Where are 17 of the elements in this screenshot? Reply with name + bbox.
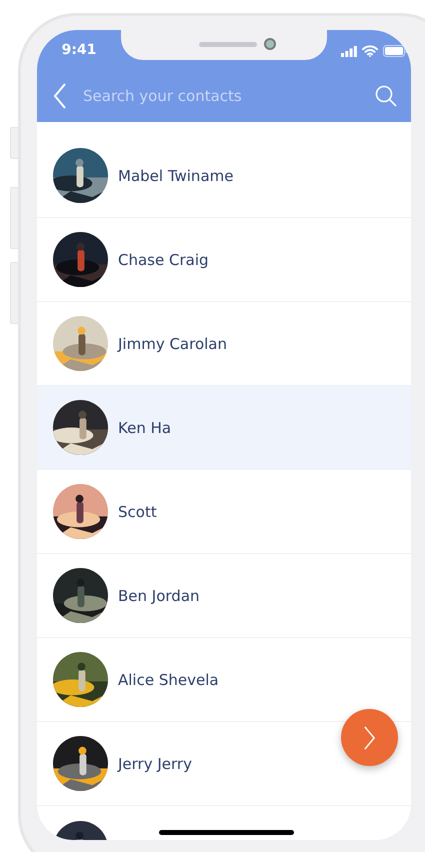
contact-row[interactable]: Ken Ha: [37, 386, 411, 470]
contact-name: Alice Shevela: [118, 670, 219, 688]
contact-name: Scott: [118, 502, 157, 520]
contact-name: Jimmy Carolan: [118, 334, 228, 352]
status-time: 9:41: [60, 41, 98, 58]
contact-name: Ken Ha: [118, 418, 172, 436]
contact-name: Mabel Twiname: [118, 166, 234, 184]
contact-name: Jerry Jerry: [118, 754, 192, 772]
chevron-icon: [363, 726, 376, 750]
search-field[interactable]: Search your contacts: [83, 84, 361, 108]
contact-name: Chase Craig: [118, 250, 209, 268]
signal-icon: [341, 46, 357, 56]
search-icon[interactable]: [375, 85, 397, 107]
battery-icon: [383, 45, 408, 57]
back-icon: [53, 83, 67, 109]
contact-name: Ben Jordan: [118, 586, 200, 604]
wifi-icon: [362, 45, 378, 57]
